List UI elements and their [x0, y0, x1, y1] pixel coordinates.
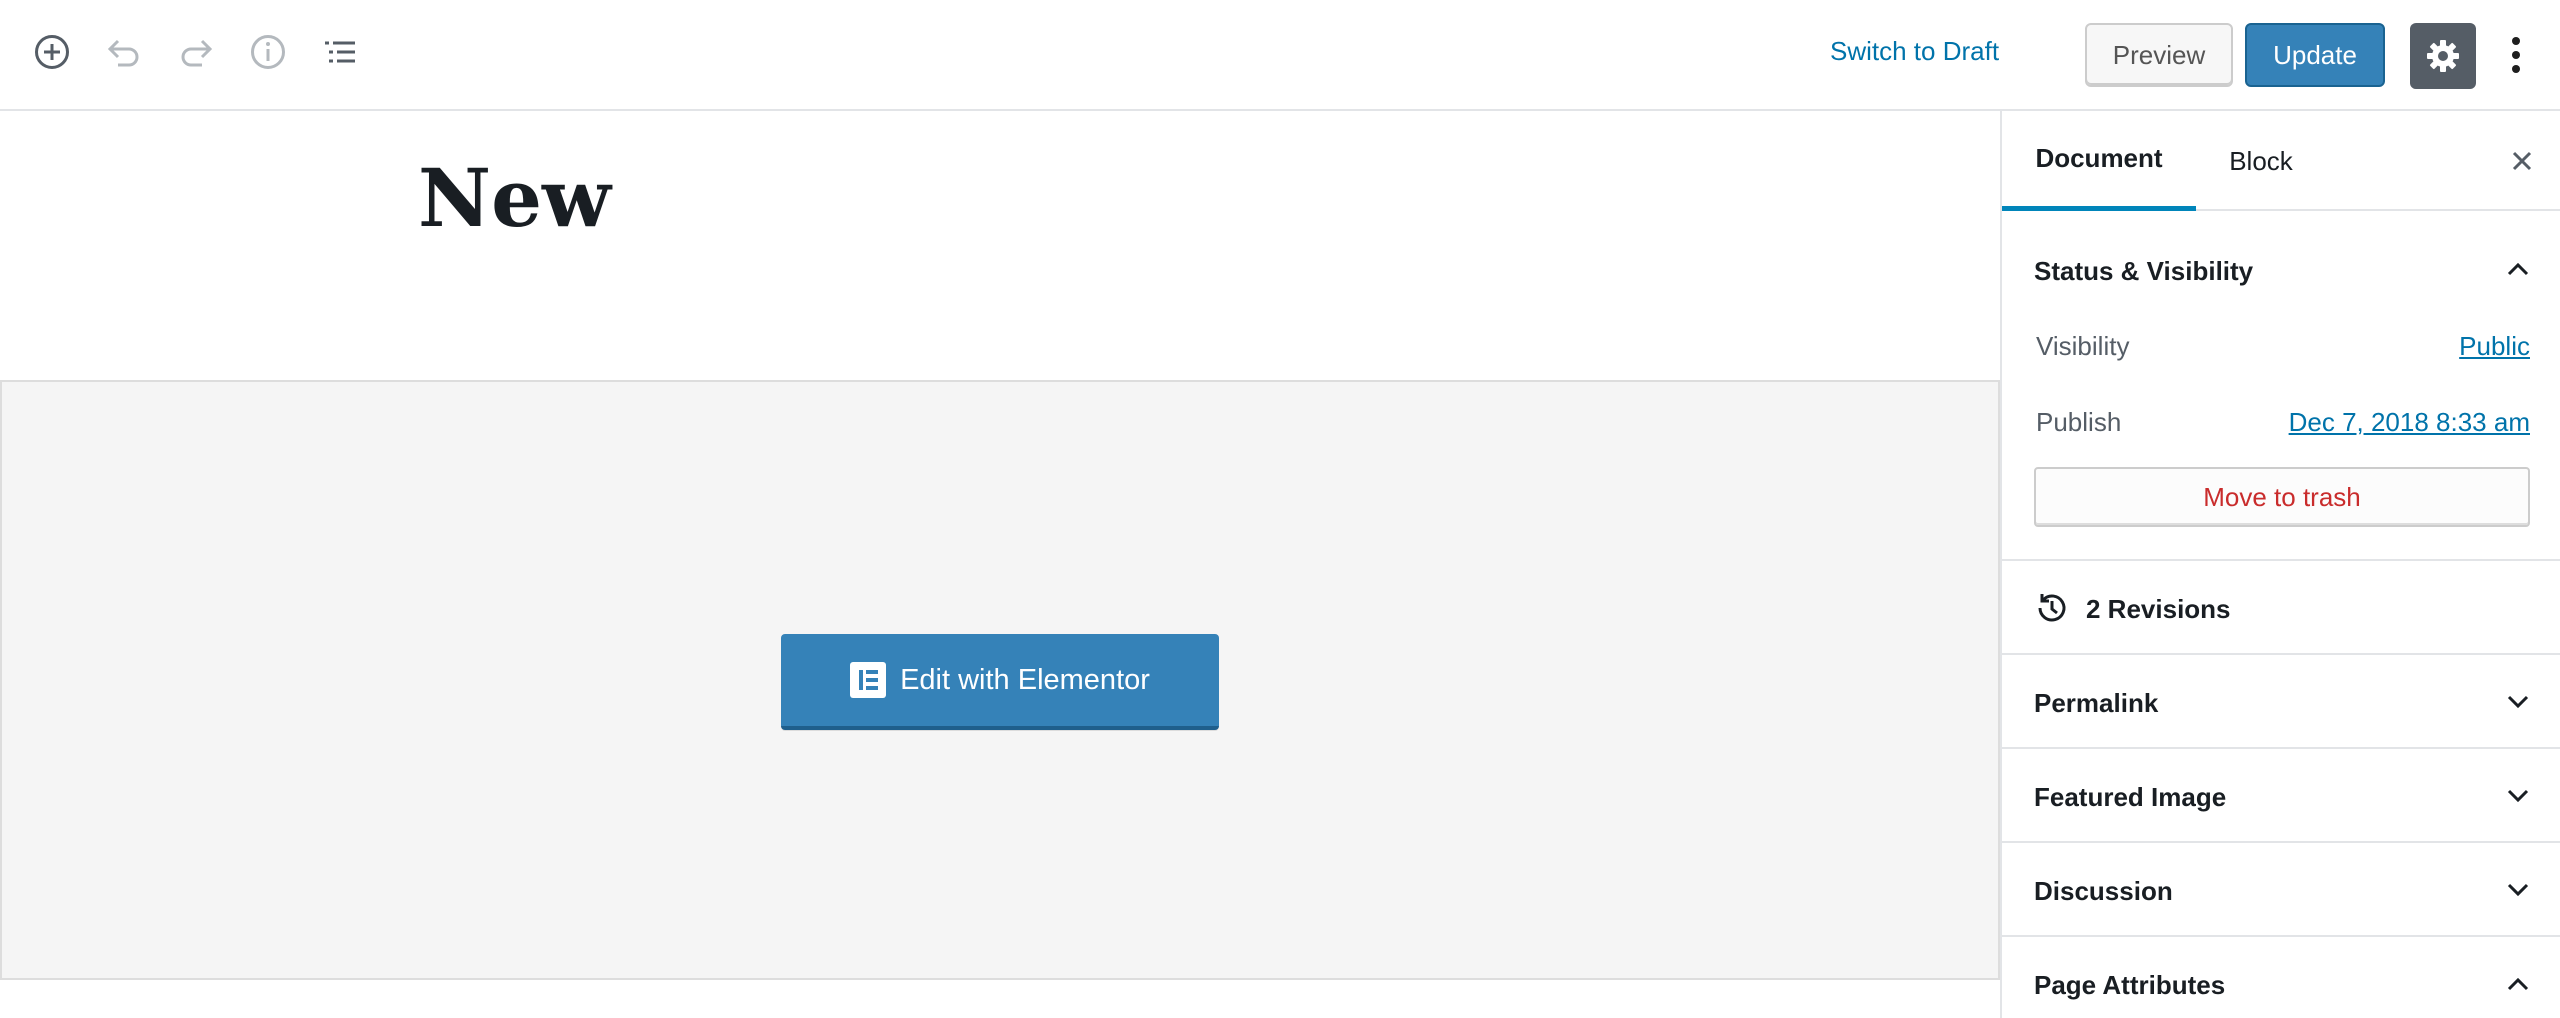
revisions-label: 2 Revisions [2086, 594, 2231, 624]
chevron-down-icon [2500, 872, 2536, 908]
redo-icon[interactable] [174, 30, 218, 74]
discussion-label: Discussion [2034, 876, 2173, 906]
more-vertical-icon [2512, 37, 2520, 73]
add-block-icon[interactable] [30, 30, 74, 74]
edit-with-elementor-label: Edit with Elementor [900, 663, 1150, 696]
editor-toolbar: Switch to Draft Preview Update [0, 0, 2560, 111]
outline-icon[interactable] [318, 30, 362, 74]
info-icon[interactable] [246, 30, 290, 74]
move-to-trash-button[interactable]: Move to trash [2034, 467, 2530, 527]
settings-sidebar: Document Block Status & Visibility Visib… [2000, 111, 2560, 1018]
post-title[interactable]: New [418, 158, 611, 238]
publish-date-link[interactable]: Dec 7, 2018 8:33 am [2289, 407, 2530, 438]
edit-with-elementor-button[interactable]: Edit with Elementor [781, 634, 1219, 730]
page-attributes-panel[interactable]: Page Attributes [2002, 937, 2560, 1018]
visibility-label: Visibility [2036, 331, 2130, 361]
revisions-panel[interactable]: 2 Revisions [2002, 561, 2560, 655]
permalink-panel[interactable]: Permalink [2002, 655, 2560, 749]
sidebar-tabs: Document Block [2002, 111, 2560, 211]
tab-document[interactable]: Document [2002, 111, 2196, 211]
more-options-button[interactable] [2494, 30, 2538, 80]
chevron-down-icon [2500, 778, 2536, 814]
chevron-down-icon [2500, 684, 2536, 720]
tab-block[interactable]: Block [2196, 111, 2326, 211]
preview-button[interactable]: Preview [2085, 23, 2233, 87]
update-button[interactable]: Update [2245, 23, 2385, 87]
switch-to-draft-button[interactable]: Switch to Draft [1830, 36, 1999, 67]
featured-image-label: Featured Image [2034, 782, 2227, 812]
discussion-panel[interactable]: Discussion [2002, 843, 2560, 937]
chevron-up-icon [2500, 966, 2536, 1002]
permalink-label: Permalink [2034, 688, 2159, 718]
settings-button[interactable] [2410, 23, 2476, 89]
status-visibility-toggle[interactable]: Status & Visibility [2034, 256, 2253, 287]
undo-icon[interactable] [102, 30, 146, 74]
elementor-logo-icon [850, 662, 887, 698]
history-icon [2038, 594, 2066, 622]
close-sidebar-button[interactable] [2502, 141, 2542, 181]
chevron-up-icon[interactable] [2500, 251, 2536, 287]
publish-label: Publish [2036, 407, 2122, 437]
page-attributes-label: Page Attributes [2034, 970, 2226, 1000]
featured-image-panel[interactable]: Featured Image [2002, 749, 2560, 843]
close-icon [2512, 151, 2532, 171]
visibility-link[interactable]: Public [2459, 331, 2530, 362]
gear-icon [2427, 40, 2459, 72]
